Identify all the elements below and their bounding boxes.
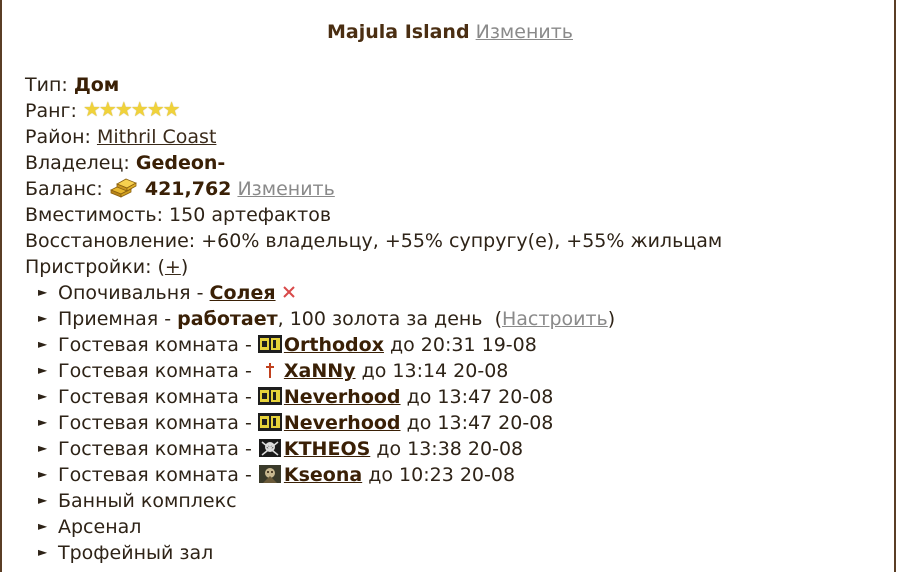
bullet-icon: ► <box>38 414 48 429</box>
reception-price: , 100 золота за день ( <box>277 308 502 330</box>
type-row: Тип: Дом <box>25 72 885 98</box>
house-info: Тип: Дом Ранг: ★★★★★★ Район: Mithril Coa… <box>25 72 885 566</box>
room-label: Арсенал <box>58 516 142 538</box>
star-icon: ★ <box>130 97 149 121</box>
skull-emblem-icon <box>258 438 281 457</box>
extensions-close-paren: ) <box>180 256 189 278</box>
reception-status: работает <box>177 308 278 330</box>
guest-name-link[interactable]: Orthodox <box>284 334 384 356</box>
guest-until: до 10:23 20-08 <box>362 464 516 486</box>
type-label: Тип: <box>25 74 68 96</box>
reception-close-paren: ) <box>607 308 616 330</box>
owner-label: Владелец: <box>25 152 130 174</box>
clan-emblem-icon <box>257 386 282 405</box>
balance-row: Баланс: 421,762 Изменить <box>25 176 885 202</box>
star-icon: ★ <box>114 97 133 121</box>
page-title: Majula Island <box>327 21 470 43</box>
title-row: Majula Island Изменить <box>0 20 900 44</box>
owner-name: Gedeon- <box>135 152 226 174</box>
bullet-icon: ► <box>38 310 48 325</box>
room-label: Опочивальня - <box>58 282 210 304</box>
extensions-label: Пристройки: ( <box>25 256 165 278</box>
other-rooms: ► Банный комплекс ► Арсенал ► Трофейный зал <box>38 488 885 566</box>
room-guest: ► Гостевая комната - KTHEOS до 13:38 20-0… <box>38 436 885 462</box>
bullet-icon: ► <box>38 544 48 559</box>
rank-row: Ранг: ★★★★★★ <box>25 96 885 124</box>
star-icon: ★ <box>146 97 165 121</box>
room-item: ► Трофейный зал <box>38 540 885 566</box>
bullet-icon: ► <box>38 440 48 455</box>
star-icon: ★ <box>98 97 117 121</box>
clan-emblem-icon <box>257 412 282 431</box>
rank-stars: ★★★★★★ <box>82 96 181 123</box>
owner-row: Владелец: Gedeon- <box>25 150 885 176</box>
district-label: Район: <box>25 126 91 148</box>
guest-name-link[interactable]: XaNNy <box>284 360 356 382</box>
guest-name-link[interactable]: Neverhood <box>284 412 401 434</box>
bullet-icon: ► <box>38 492 48 507</box>
guest-until: до 20:31 19-08 <box>383 334 537 356</box>
guest-name-link[interactable]: KTHEOS <box>284 438 370 460</box>
room-label: Гостевая комната - <box>58 334 258 356</box>
bullet-icon: ► <box>38 466 48 481</box>
rename-link[interactable]: Изменить <box>476 21 573 43</box>
room-label: Гостевая комната - <box>58 386 258 408</box>
district-row: Район: Mithril Coast <box>25 124 885 150</box>
rank-label: Ранг: <box>25 100 77 122</box>
room-label: Гостевая комната - <box>58 438 258 460</box>
balance-label: Баланс: <box>25 178 103 200</box>
configure-link[interactable]: Настроить <box>502 308 608 330</box>
room-guest: ► Гостевая комната - XaNNy до 13:14 20-08 <box>38 358 885 384</box>
balance-change-link[interactable]: Изменить <box>237 178 334 200</box>
guest-until: до 13:47 20-08 <box>400 386 554 408</box>
type-value: Дом <box>73 74 120 96</box>
room-item: ► Арсенал <box>38 514 885 540</box>
room-reception: ► Приемная - работает, 100 золота за день… <box>38 306 885 332</box>
room-label: Трофейный зал <box>58 542 214 564</box>
bullet-icon: ► <box>38 362 48 377</box>
guest-name-link[interactable]: Kseona <box>284 464 362 486</box>
star-icon: ★ <box>162 97 181 121</box>
room-label: Банный комплекс <box>58 490 237 512</box>
add-extension-link[interactable]: + <box>165 256 181 278</box>
bullet-icon: ► <box>38 388 48 403</box>
room-guest: ► Гостевая комната - Orthodox до 20:31 19… <box>38 332 885 358</box>
extensions-row: Пристройки: (+) <box>25 254 885 280</box>
district-link[interactable]: Mithril Coast <box>97 126 216 148</box>
room-bedroom: ► Опочивальня - Солея <box>38 280 885 306</box>
room-label: Приемная - <box>58 308 178 330</box>
room-label: Гостевая комната - <box>58 360 258 382</box>
bullet-icon: ► <box>38 284 48 299</box>
room-item: ► Банный комплекс <box>38 488 885 514</box>
bullet-icon: ► <box>38 336 48 351</box>
guest-until: до 13:38 20-08 <box>370 438 524 460</box>
gold-bars-icon <box>109 178 137 198</box>
room-label: Гостевая комната - <box>58 412 258 434</box>
guest-rooms: ► Гостевая комната - Orthodox до 20:31 19… <box>38 332 885 488</box>
room-guest: ► Гостевая комната - Neverhood до 13:47 2… <box>38 384 885 410</box>
balance-value: 421,762 <box>144 178 232 200</box>
guest-until: до 13:14 20-08 <box>355 360 509 382</box>
rooms-list: ► Опочивальня - Солея ► Приемная - работае… <box>38 280 885 566</box>
guest-name-link[interactable]: Neverhood <box>284 386 401 408</box>
room-guest: ► Гостевая комната - Kseona до 10:23 20-0… <box>38 462 885 488</box>
remove-icon[interactable] <box>282 285 296 299</box>
bullet-icon: ► <box>38 518 48 533</box>
bedroom-occupant-link[interactable]: Солея <box>210 282 276 304</box>
warrior-emblem-icon <box>258 464 281 483</box>
recovery-row: Восстановление: +60% владельцу, +55% суп… <box>25 230 723 252</box>
guest-until: до 13:47 20-08 <box>400 412 554 434</box>
star-icon: ★ <box>82 97 101 121</box>
capacity-row: Вместимость: 150 артефактов <box>25 204 332 226</box>
clan-emblem-icon <box>257 334 282 353</box>
room-guest: ► Гостевая комната - Neverhood до 13:47 2… <box>38 410 885 436</box>
dagger-emblem-icon <box>265 362 274 378</box>
room-label: Гостевая комната - <box>58 464 258 486</box>
